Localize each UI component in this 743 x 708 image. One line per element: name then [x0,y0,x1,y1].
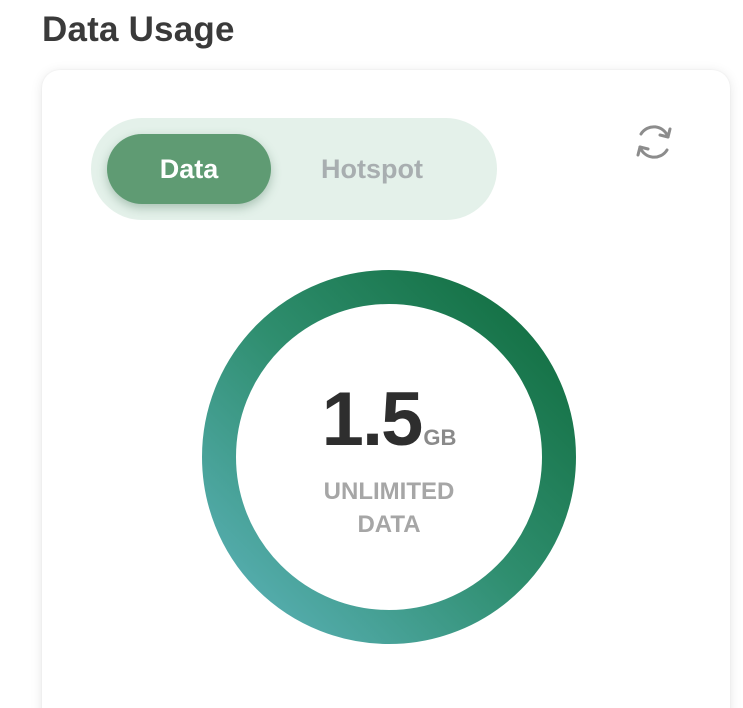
toggle-hotspot-option[interactable]: Hotspot [287,134,457,204]
usage-gauge: 1.5 GB UNLIMITED DATA [202,270,576,644]
usage-value: 1.5 [321,377,424,462]
data-usage-card: Data Hotspot 1.5 GB UNLIMITED DATA [42,70,730,708]
section-title: Data Usage [42,10,235,49]
usage-plan-label: UNLIMITED DATA [202,475,576,541]
gauge-center: 1.5 GB UNLIMITED DATA [202,270,576,644]
data-usage-page: Data Usage Data Hotspot 1.5 GB UNLIMITED… [0,0,743,708]
usage-label-line2: DATA [357,511,421,538]
toggle-data-option[interactable]: Data [107,134,271,204]
usage-label-line1: UNLIMITED [323,478,455,505]
usage-type-toggle: Data Hotspot [91,118,497,220]
refresh-icon[interactable] [632,120,676,164]
usage-amount: 1.5 GB [202,382,576,458]
usage-unit: GB [423,425,457,450]
refresh-icon-graphic [636,125,672,159]
